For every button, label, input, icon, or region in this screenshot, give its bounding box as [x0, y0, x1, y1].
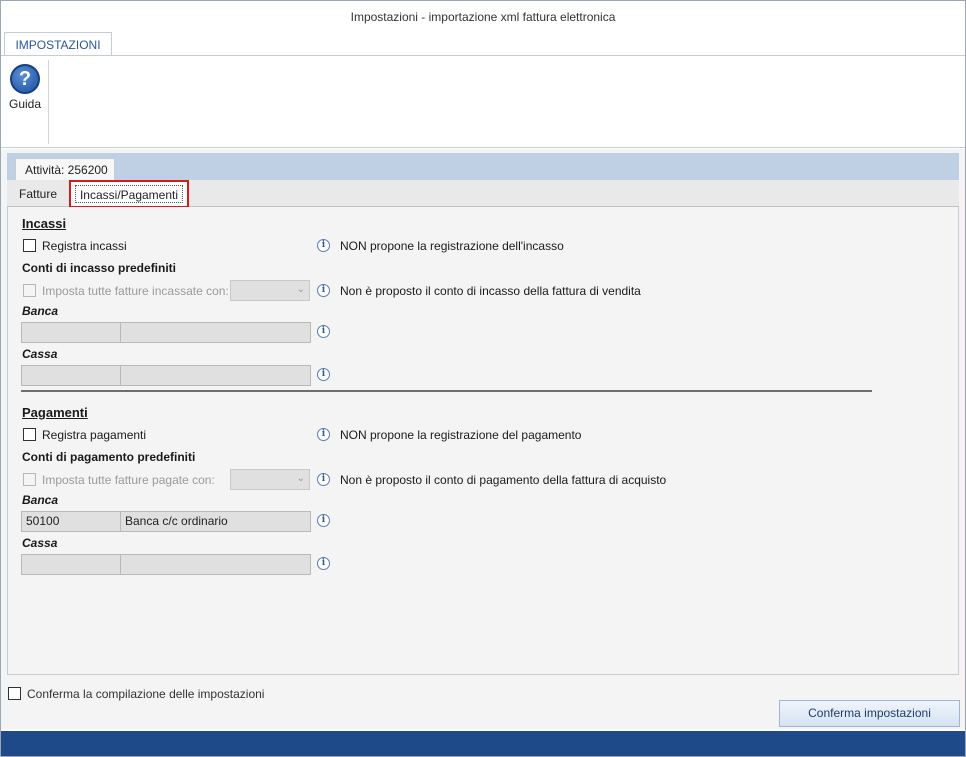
- pagamenti-cassa-label: Cassa: [22, 536, 58, 550]
- pagamenti-banca-label: Banca: [22, 493, 59, 507]
- incassi-cassa-label: Cassa: [22, 347, 58, 361]
- registra-pagamenti-label: Registra pagamenti: [42, 428, 147, 442]
- window-title: Impostazioni - importazione xml fattura …: [1, 1, 965, 33]
- conferma-compilazione-checkbox[interactable]: [8, 687, 21, 700]
- tab-fatture[interactable]: Fatture: [11, 182, 65, 206]
- pagamenti-cassa-code-field[interactable]: [21, 554, 121, 575]
- incassi-cassa-desc-field[interactable]: [120, 365, 311, 386]
- imposta-incassate-label: Imposta tutte fatture incassate con:: [42, 284, 229, 298]
- section-divider: [21, 390, 872, 392]
- info-circle-icon[interactable]: i: [317, 473, 330, 486]
- incassi-cassa-code-field[interactable]: [21, 365, 121, 386]
- info-circle-icon[interactable]: i: [317, 239, 330, 252]
- document-area: Attività: 256200 Fatture Incassi/Pagamen…: [1, 149, 965, 729]
- incassi-section-title: Incassi: [22, 216, 67, 231]
- registra-incassi-checkbox[interactable]: [23, 239, 36, 252]
- info-circle-icon[interactable]: i: [317, 428, 330, 441]
- registra-pagamenti-info: NON propone la registrazione del pagamen…: [340, 428, 582, 442]
- status-bar: [1, 731, 965, 756]
- inner-tabstrip: Fatture Incassi/Pagamenti: [7, 180, 959, 208]
- incassi-banca-label: Banca: [22, 304, 59, 318]
- info-circle-icon[interactable]: i: [317, 325, 330, 338]
- help-label: Guida: [8, 97, 42, 111]
- pagamenti-banca-code-field[interactable]: 50100: [21, 511, 121, 532]
- settings-panel: Incassi Registra incassi i NON propone l…: [7, 207, 959, 675]
- settings-window: Impostazioni - importazione xml fattura …: [0, 0, 966, 757]
- incasso-account-combo[interactable]: ⌄: [230, 280, 310, 301]
- ribbon-separator: [48, 60, 49, 144]
- conti-incasso-title: Conti di incasso predefiniti: [22, 261, 177, 275]
- conferma-compilazione-label: Conferma la compilazione delle impostazi…: [27, 687, 265, 701]
- imposta-incassate-info: Non è proposto il conto di incasso della…: [340, 284, 641, 298]
- help-button[interactable]: ? Guida: [5, 64, 45, 116]
- question-circle-icon: ?: [10, 64, 40, 94]
- incassi-banca-desc-field[interactable]: [120, 322, 311, 343]
- imposta-pagate-info: Non è proposto il conto di pagamento del…: [340, 473, 667, 487]
- incassi-banca-code-field[interactable]: [21, 322, 121, 343]
- chevron-down-icon: ⌄: [296, 473, 305, 484]
- document-header: Attività: 256200: [7, 153, 959, 181]
- ribbon-panel: ? Guida: [1, 56, 965, 148]
- info-circle-icon[interactable]: i: [317, 514, 330, 527]
- document-tab[interactable]: Attività: 256200: [15, 158, 115, 181]
- pagamenti-section-title: Pagamenti: [22, 405, 88, 420]
- pagamento-account-combo[interactable]: ⌄: [230, 469, 310, 490]
- pagamenti-banca-desc-field[interactable]: Banca c/c ordinario: [120, 511, 311, 532]
- ribbon-tab-impostazioni[interactable]: IMPOSTAZIONI: [4, 32, 112, 57]
- conferma-impostazioni-button[interactable]: Conferma impostazioni: [779, 700, 960, 727]
- imposta-pagate-checkbox[interactable]: [23, 473, 36, 486]
- registra-incassi-info: NON propone la registrazione dell'incass…: [340, 239, 564, 253]
- tab-incassi-pagamenti-label: Incassi/Pagamenti: [75, 185, 183, 203]
- registra-pagamenti-checkbox[interactable]: [23, 428, 36, 441]
- tab-incassi-pagamenti[interactable]: Incassi/Pagamenti: [69, 180, 189, 208]
- imposta-incassate-checkbox[interactable]: [23, 284, 36, 297]
- info-circle-icon[interactable]: i: [317, 368, 330, 381]
- info-circle-icon[interactable]: i: [317, 557, 330, 570]
- registra-incassi-label: Registra incassi: [42, 239, 127, 253]
- conti-pagamento-title: Conti di pagamento predefiniti: [22, 450, 196, 464]
- pagamenti-cassa-desc-field[interactable]: [120, 554, 311, 575]
- imposta-pagate-label: Imposta tutte fatture pagate con:: [42, 473, 215, 487]
- info-circle-icon[interactable]: i: [317, 284, 330, 297]
- chevron-down-icon: ⌄: [296, 284, 305, 295]
